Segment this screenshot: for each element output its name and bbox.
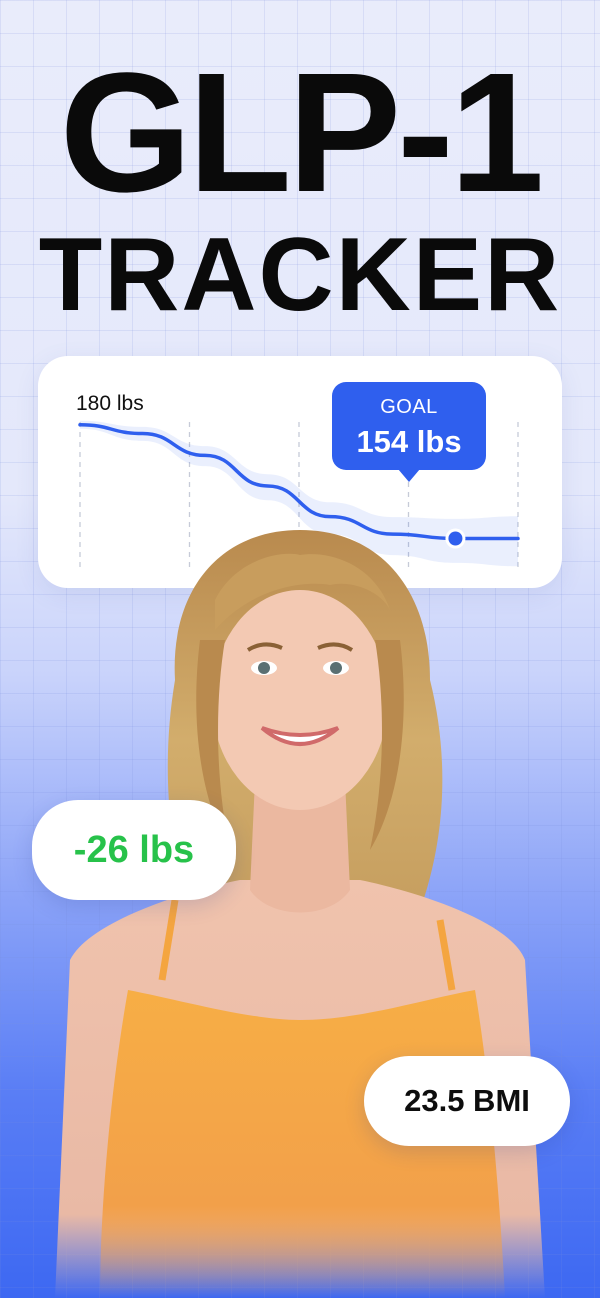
- app-title-line1: GLP-1: [59, 38, 545, 228]
- app-title-line2: TRACKER: [38, 217, 562, 333]
- goal-tooltip: GOAL 154 lbs: [332, 382, 486, 482]
- goal-value: 154 lbs: [356, 424, 462, 459]
- weight-change-badge: -26 lbs: [32, 800, 236, 900]
- bmi-badge: 23.5 BMI: [364, 1056, 570, 1146]
- goal-label: GOAL: [380, 396, 438, 418]
- person-photo: [55, 530, 545, 1298]
- start-weight-label: 180 lbs: [76, 392, 144, 415]
